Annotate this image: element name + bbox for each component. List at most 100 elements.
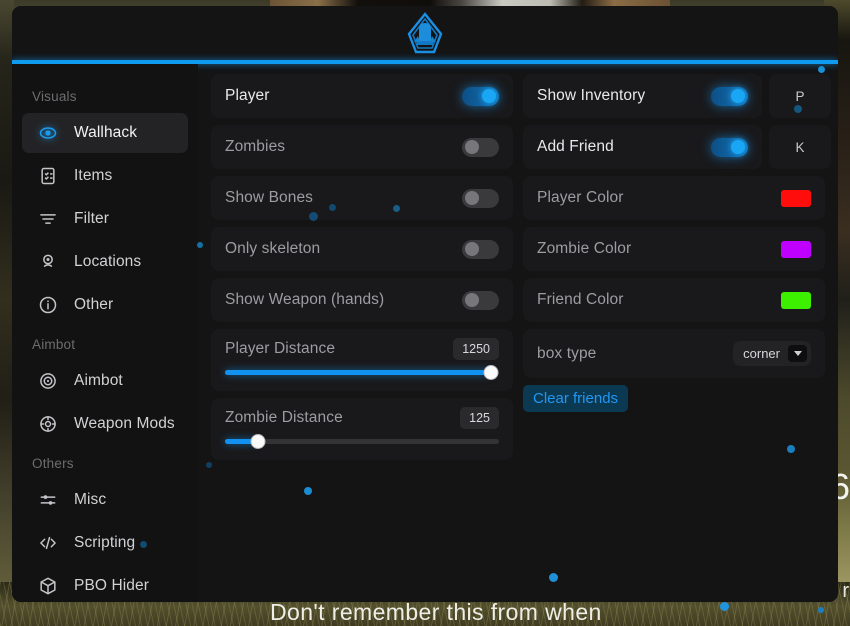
sidebar-item-pbo-hider[interactable]: PBO Hider — [22, 566, 188, 602]
color-swatch-friend-color[interactable] — [781, 292, 811, 309]
sidebar-item-wallhack[interactable]: Wallhack — [22, 113, 188, 153]
crosshair-icon — [36, 369, 60, 393]
setting-row-show-inventory[interactable]: Show Inventory — [523, 74, 762, 118]
eye-icon — [36, 121, 60, 145]
setting-label: Add Friend — [537, 138, 711, 156]
right-settings-column: Show Inventory P Add Friend K Player Color Zo… — [523, 74, 831, 467]
sidebar-item-weapon-mods[interactable]: Weapon Mods — [22, 404, 188, 444]
setting-row-player[interactable]: Player — [211, 74, 513, 118]
setting-label: Show Inventory — [537, 87, 711, 105]
setting-label: Zombie Distance — [225, 409, 460, 427]
clear-friends-button[interactable]: Clear friends — [523, 385, 628, 412]
sidebar-item-label: Locations — [74, 253, 141, 271]
toggle-knob — [731, 140, 745, 154]
sidebar-group-title: Aimbot — [12, 328, 198, 358]
clipboard-icon — [36, 164, 60, 188]
sidebar-item-scripting[interactable]: Scripting — [22, 523, 188, 563]
sidebar-item-filter[interactable]: Filter — [22, 199, 188, 239]
toggle-show-weapon-hands-[interactable] — [462, 291, 499, 310]
sidebar-item-misc[interactable]: Misc — [22, 480, 188, 520]
setting-label: Zombies — [225, 138, 462, 156]
sidebar-item-items[interactable]: Items — [22, 156, 188, 196]
setting-label: Player — [225, 87, 462, 105]
toggle-knob — [465, 242, 479, 256]
background-hud-char: r — [842, 580, 849, 603]
chevron-down-icon[interactable] — [788, 345, 807, 362]
setting-row-show-weapon-hands-[interactable]: Show Weapon (hands) — [211, 278, 513, 322]
toggle-knob — [482, 89, 496, 103]
sidebar-item-label: Scripting — [74, 534, 135, 552]
slider-value[interactable]: 1250 — [453, 338, 499, 360]
sidebar-item-label: Filter — [74, 210, 109, 228]
setting-row-only-skeleton[interactable]: Only skeleton — [211, 227, 513, 271]
box-type-dropdown[interactable]: corner — [733, 341, 811, 366]
toggle-knob — [465, 191, 479, 205]
left-settings-column: Player Zombies Show Bones Only skeleton Show… — [211, 74, 513, 467]
crosshair-dots-icon — [36, 412, 60, 436]
setting-row-add-friend[interactable]: Add Friend — [523, 125, 762, 169]
color-row-zombie-color[interactable]: Zombie Color — [523, 227, 825, 271]
sidebar-item-label: Wallhack — [74, 124, 137, 142]
window-header — [12, 6, 838, 61]
slider-fill — [225, 370, 491, 375]
toggle-zombies[interactable] — [462, 138, 499, 157]
map-pin-icon — [36, 250, 60, 274]
toggle-only-skeleton[interactable] — [462, 240, 499, 259]
toggle-knob — [731, 89, 745, 103]
sidebar-group-title: Visuals — [12, 80, 198, 110]
toggle-player[interactable] — [462, 87, 499, 106]
info-icon — [36, 293, 60, 317]
sidebar-item-label: Weapon Mods — [74, 415, 175, 433]
sidebar-item-label: Misc — [74, 491, 106, 509]
code-icon — [36, 531, 60, 555]
sidebar-item-locations[interactable]: Locations — [22, 242, 188, 282]
filter-icon — [36, 207, 60, 231]
sidebar-item-aimbot[interactable]: Aimbot — [22, 361, 188, 401]
sidebar-nav: Visuals Wallhack Items Filter Locations Other… — [12, 64, 198, 602]
slider-thumb[interactable] — [250, 434, 265, 449]
keybind-show-inventory[interactable]: P — [769, 74, 831, 118]
color-swatch-zombie-color[interactable] — [781, 241, 811, 258]
toggle-add-friend[interactable] — [711, 138, 748, 157]
cheat-menu-overlay: Visuals Wallhack Items Filter Locations Other… — [12, 6, 838, 602]
sidebar-item-other[interactable]: Other — [22, 285, 188, 325]
setting-row-show-bones[interactable]: Show Bones — [211, 176, 513, 220]
setting-pair: Show Inventory P — [523, 74, 831, 118]
slider-row-player-distance[interactable]: Player Distance1250 — [211, 329, 513, 391]
slider-header: Player Distance1250 — [225, 329, 499, 369]
color-row-player-color[interactable]: Player Color — [523, 176, 825, 220]
toggle-knob — [465, 293, 479, 307]
slider-header: Zombie Distance125 — [225, 398, 499, 438]
setting-pair: Add Friend K — [523, 125, 831, 169]
toggle-show-inventory[interactable] — [711, 87, 748, 106]
keybind-add-friend[interactable]: K — [769, 125, 831, 169]
orion-emblem-logo — [401, 12, 449, 58]
sliders-icon — [36, 488, 60, 512]
settings-content: PlayerZombiesShow BonesOnly skeletonShow… — [198, 64, 838, 602]
box-icon — [36, 574, 60, 598]
box-type-selected-value: corner — [743, 346, 780, 361]
slider-thumb[interactable] — [483, 365, 498, 380]
color-row-friend-color[interactable]: Friend Color — [523, 278, 825, 322]
sidebar-item-label: PBO Hider — [74, 577, 149, 595]
slider-track[interactable] — [225, 370, 499, 375]
setting-label: Show Bones — [225, 189, 462, 207]
color-swatch-player-color[interactable] — [781, 190, 811, 207]
sidebar-item-label: Items — [74, 167, 112, 185]
setting-label: Friend Color — [537, 291, 781, 309]
setting-label: Show Weapon (hands) — [225, 291, 462, 309]
sidebar-group-title: Others — [12, 447, 198, 477]
box-type-row[interactable]: box type corner — [523, 329, 825, 378]
toggle-show-bones[interactable] — [462, 189, 499, 208]
setting-row-zombies[interactable]: Zombies — [211, 125, 513, 169]
slider-track[interactable] — [225, 439, 499, 444]
setting-label: Player Distance — [225, 340, 453, 358]
slider-row-zombie-distance[interactable]: Zombie Distance125 — [211, 398, 513, 460]
toggle-knob — [465, 140, 479, 154]
slider-value[interactable]: 125 — [460, 407, 499, 429]
setting-label: box type — [537, 345, 733, 363]
background-subtitle-text: Don't remember this from when — [270, 599, 602, 626]
setting-label: Player Color — [537, 189, 781, 207]
sidebar-item-label: Aimbot — [74, 372, 123, 390]
sidebar-item-label: Other — [74, 296, 113, 314]
